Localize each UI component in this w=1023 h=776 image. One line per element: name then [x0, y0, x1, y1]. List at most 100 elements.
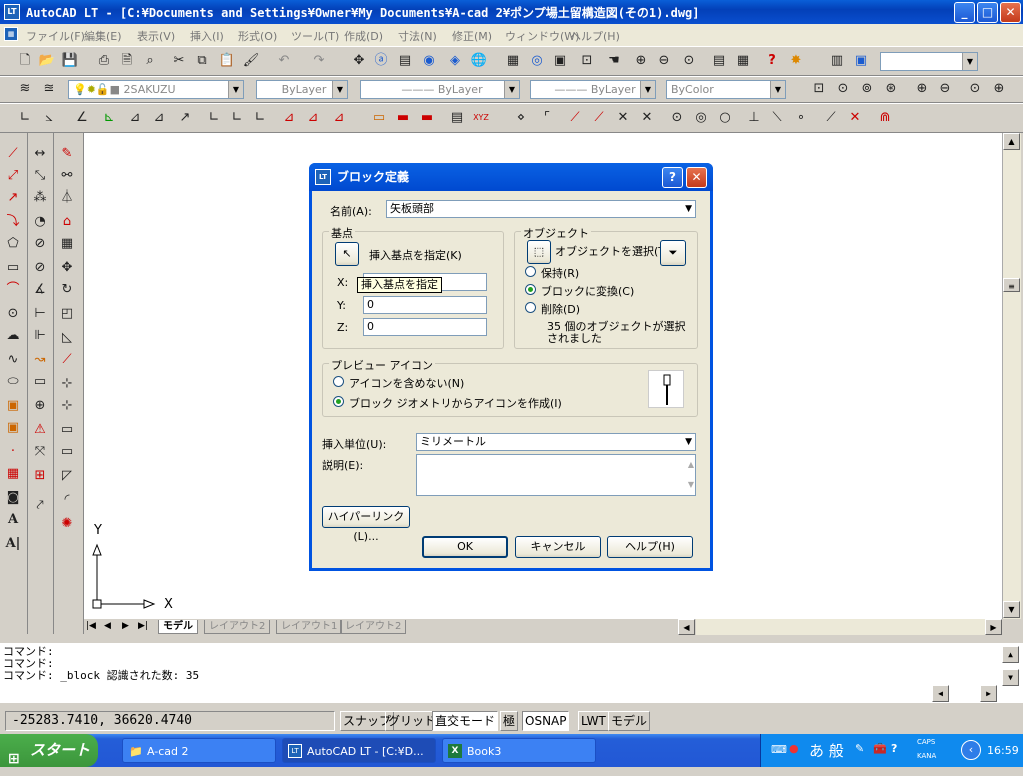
- extend-icon[interactable]: ⊹: [58, 397, 76, 415]
- lengthen-icon[interactable]: ⟋: [58, 351, 76, 369]
- units-combo[interactable]: ミリメートル ▼: [416, 433, 696, 451]
- tab-last-icon[interactable]: ▶|: [138, 621, 148, 631]
- snap-perpendicular-icon[interactable]: ⊥: [745, 109, 763, 127]
- match-properties-icon[interactable]: 🖌: [242, 52, 260, 70]
- cancel-button[interactable]: キャンセル: [515, 536, 601, 558]
- zoom-out-icon[interactable]: ⊖: [936, 80, 954, 98]
- dim-override-icon[interactable]: ⊿: [330, 109, 348, 127]
- create-icon-radio[interactable]: [333, 396, 344, 407]
- help-button[interactable]: ヘルプ(H): [607, 536, 693, 558]
- units-chevron-down-icon[interactable]: ▼: [685, 434, 692, 450]
- zoom-realtime-icon[interactable]: ▣: [551, 52, 569, 70]
- close-button[interactable]: ✕: [1000, 2, 1021, 23]
- description-field[interactable]: ▲ ▼: [416, 454, 696, 496]
- select-objects-button[interactable]: ⬚: [527, 240, 551, 264]
- menu-help[interactable]: ヘルプ(H): [570, 28, 620, 44]
- snap-center-icon[interactable]: ⊙: [668, 109, 686, 127]
- hatch-icon[interactable]: ▭: [370, 109, 388, 127]
- convert-radio[interactable]: [525, 284, 536, 295]
- menu-view[interactable]: 表示(V): [137, 28, 175, 44]
- join-icon[interactable]: ▭: [58, 443, 76, 461]
- aligned-dim-icon[interactable]: ⦣: [40, 109, 58, 127]
- polygon-icon[interactable]: ⤵: [4, 213, 22, 231]
- keyboard-icon[interactable]: ⌨: [771, 743, 787, 756]
- dialog-close-button[interactable]: ✕: [686, 167, 707, 188]
- zoom-in-icon[interactable]: ⊕: [913, 80, 931, 98]
- tray-expand-icon[interactable]: ‹: [961, 740, 981, 760]
- plotstyle-dropdown[interactable]: ByColor ▼: [666, 80, 786, 99]
- dialog-help-icon[interactable]: ?: [662, 167, 683, 188]
- quick-select-button[interactable]: ⏷: [660, 240, 686, 266]
- desc-scroll-up-icon[interactable]: ▲: [688, 457, 694, 473]
- cut-icon[interactable]: ✂: [170, 52, 188, 70]
- start-button[interactable]: ⊞ スタート: [0, 734, 98, 767]
- dim-update-left-icon[interactable]: ⊞: [31, 467, 49, 485]
- zoom-prev-icon[interactable]: ⊖: [655, 52, 673, 70]
- mtext-icon[interactable]: ▤: [448, 109, 466, 127]
- make-block-icon[interactable]: ▣: [4, 419, 22, 437]
- sheet-icon[interactable]: ▤: [396, 52, 414, 70]
- dim-aligned-left-icon[interactable]: ⤡: [31, 167, 49, 185]
- leader-left-icon[interactable]: ↝: [31, 351, 49, 369]
- move-icon[interactable]: ✥: [58, 259, 76, 277]
- scroll-thumb[interactable]: ≡: [1003, 278, 1020, 292]
- region-icon[interactable]: ▬: [394, 109, 412, 127]
- no-icon-radio[interactable]: [333, 376, 344, 387]
- dim-style-left-icon[interactable]: ⤤: [31, 497, 49, 515]
- tool-palette-icon[interactable]: ◈: [446, 52, 464, 70]
- undo-icon[interactable]: ↶: [275, 52, 293, 70]
- task-excel[interactable]: X Book3: [442, 738, 596, 763]
- model-toggle[interactable]: モデル: [608, 711, 651, 731]
- table-icon[interactable]: ▦: [734, 52, 752, 70]
- osnap-toggle[interactable]: OSNAP: [522, 711, 570, 731]
- print-icon[interactable]: ⎙: [95, 52, 113, 70]
- cmd-hscroll-left-icon[interactable]: ◀: [932, 685, 949, 702]
- tab-next-icon[interactable]: ▶: [122, 621, 129, 631]
- standard-dropdown[interactable]: ▼: [880, 52, 978, 71]
- polyline-icon[interactable]: ↗: [4, 189, 22, 207]
- y-field[interactable]: 0: [363, 296, 487, 314]
- zoom-dynamic-icon[interactable]: ⊙: [834, 80, 852, 98]
- lwt-toggle[interactable]: LWT: [578, 711, 609, 731]
- color-dropdown[interactable]: ByLayer ▼: [256, 80, 348, 99]
- dim-update-icon[interactable]: ⊿: [304, 109, 322, 127]
- layout-icon[interactable]: ▥: [828, 52, 846, 70]
- chevron-down-icon[interactable]: ▼: [685, 201, 692, 217]
- open-icon[interactable]: 📂: [38, 52, 56, 70]
- cmd-hscroll-right-icon[interactable]: ▶: [980, 685, 997, 702]
- hyperlink-button[interactable]: ハイパーリンク(L)...: [322, 506, 410, 543]
- task-folder[interactable]: 📁 A-cad 2: [122, 738, 276, 763]
- maximize-button[interactable]: □: [977, 2, 998, 23]
- text-left-icon[interactable]: A|: [4, 535, 22, 553]
- lineweight-dropdown[interactable]: ——— ByLayer ▼: [530, 80, 656, 99]
- line-icon[interactable]: ⟋: [4, 145, 22, 163]
- cmd-scroll-up-icon[interactable]: ▲: [1002, 646, 1019, 663]
- snap-intersect-icon[interactable]: ⟋: [590, 109, 608, 127]
- ellipse-icon[interactable]: ⬭: [4, 373, 22, 391]
- menu-edit[interactable]: 編集(E): [84, 28, 122, 44]
- snap-midpoint-icon[interactable]: ⟋: [566, 109, 584, 127]
- revcloud-icon[interactable]: ☁: [4, 327, 22, 345]
- ordinate-icon[interactable]: ∠: [73, 109, 91, 127]
- insert-block-icon[interactable]: ▣: [4, 397, 22, 415]
- z-field[interactable]: 0: [363, 318, 487, 336]
- vertical-scrollbar[interactable]: ▲ ≡ ▼: [1002, 133, 1021, 619]
- save-icon[interactable]: 💾: [61, 52, 79, 70]
- menu-format[interactable]: 形式(O): [238, 28, 277, 44]
- design-center-icon[interactable]: ◉: [420, 52, 438, 70]
- region-left-icon[interactable]: ◙: [4, 489, 22, 507]
- zoom-center-icon[interactable]: ⊛: [882, 80, 900, 98]
- menu-modify[interactable]: 修正(M): [452, 28, 492, 44]
- construction-line-icon[interactable]: ⤢: [4, 167, 22, 185]
- mirror-icon[interactable]: ⏃: [58, 189, 76, 207]
- erase-icon[interactable]: ✎: [58, 145, 76, 163]
- properties-icon[interactable]: ▤: [710, 52, 728, 70]
- ime-mode[interactable]: あ 般: [809, 740, 844, 761]
- snap-nearest-icon[interactable]: ⟋: [822, 109, 840, 127]
- rotate-icon[interactable]: ↻: [58, 281, 76, 299]
- pan-icon[interactable]: ✥: [350, 52, 368, 70]
- zoom-extents-icon[interactable]: ⊕: [990, 80, 1008, 98]
- mtext-left-icon[interactable]: A: [4, 511, 22, 529]
- dim-angle-left-icon[interactable]: ∡: [31, 281, 49, 299]
- calc-icon[interactable]: ▦: [504, 52, 522, 70]
